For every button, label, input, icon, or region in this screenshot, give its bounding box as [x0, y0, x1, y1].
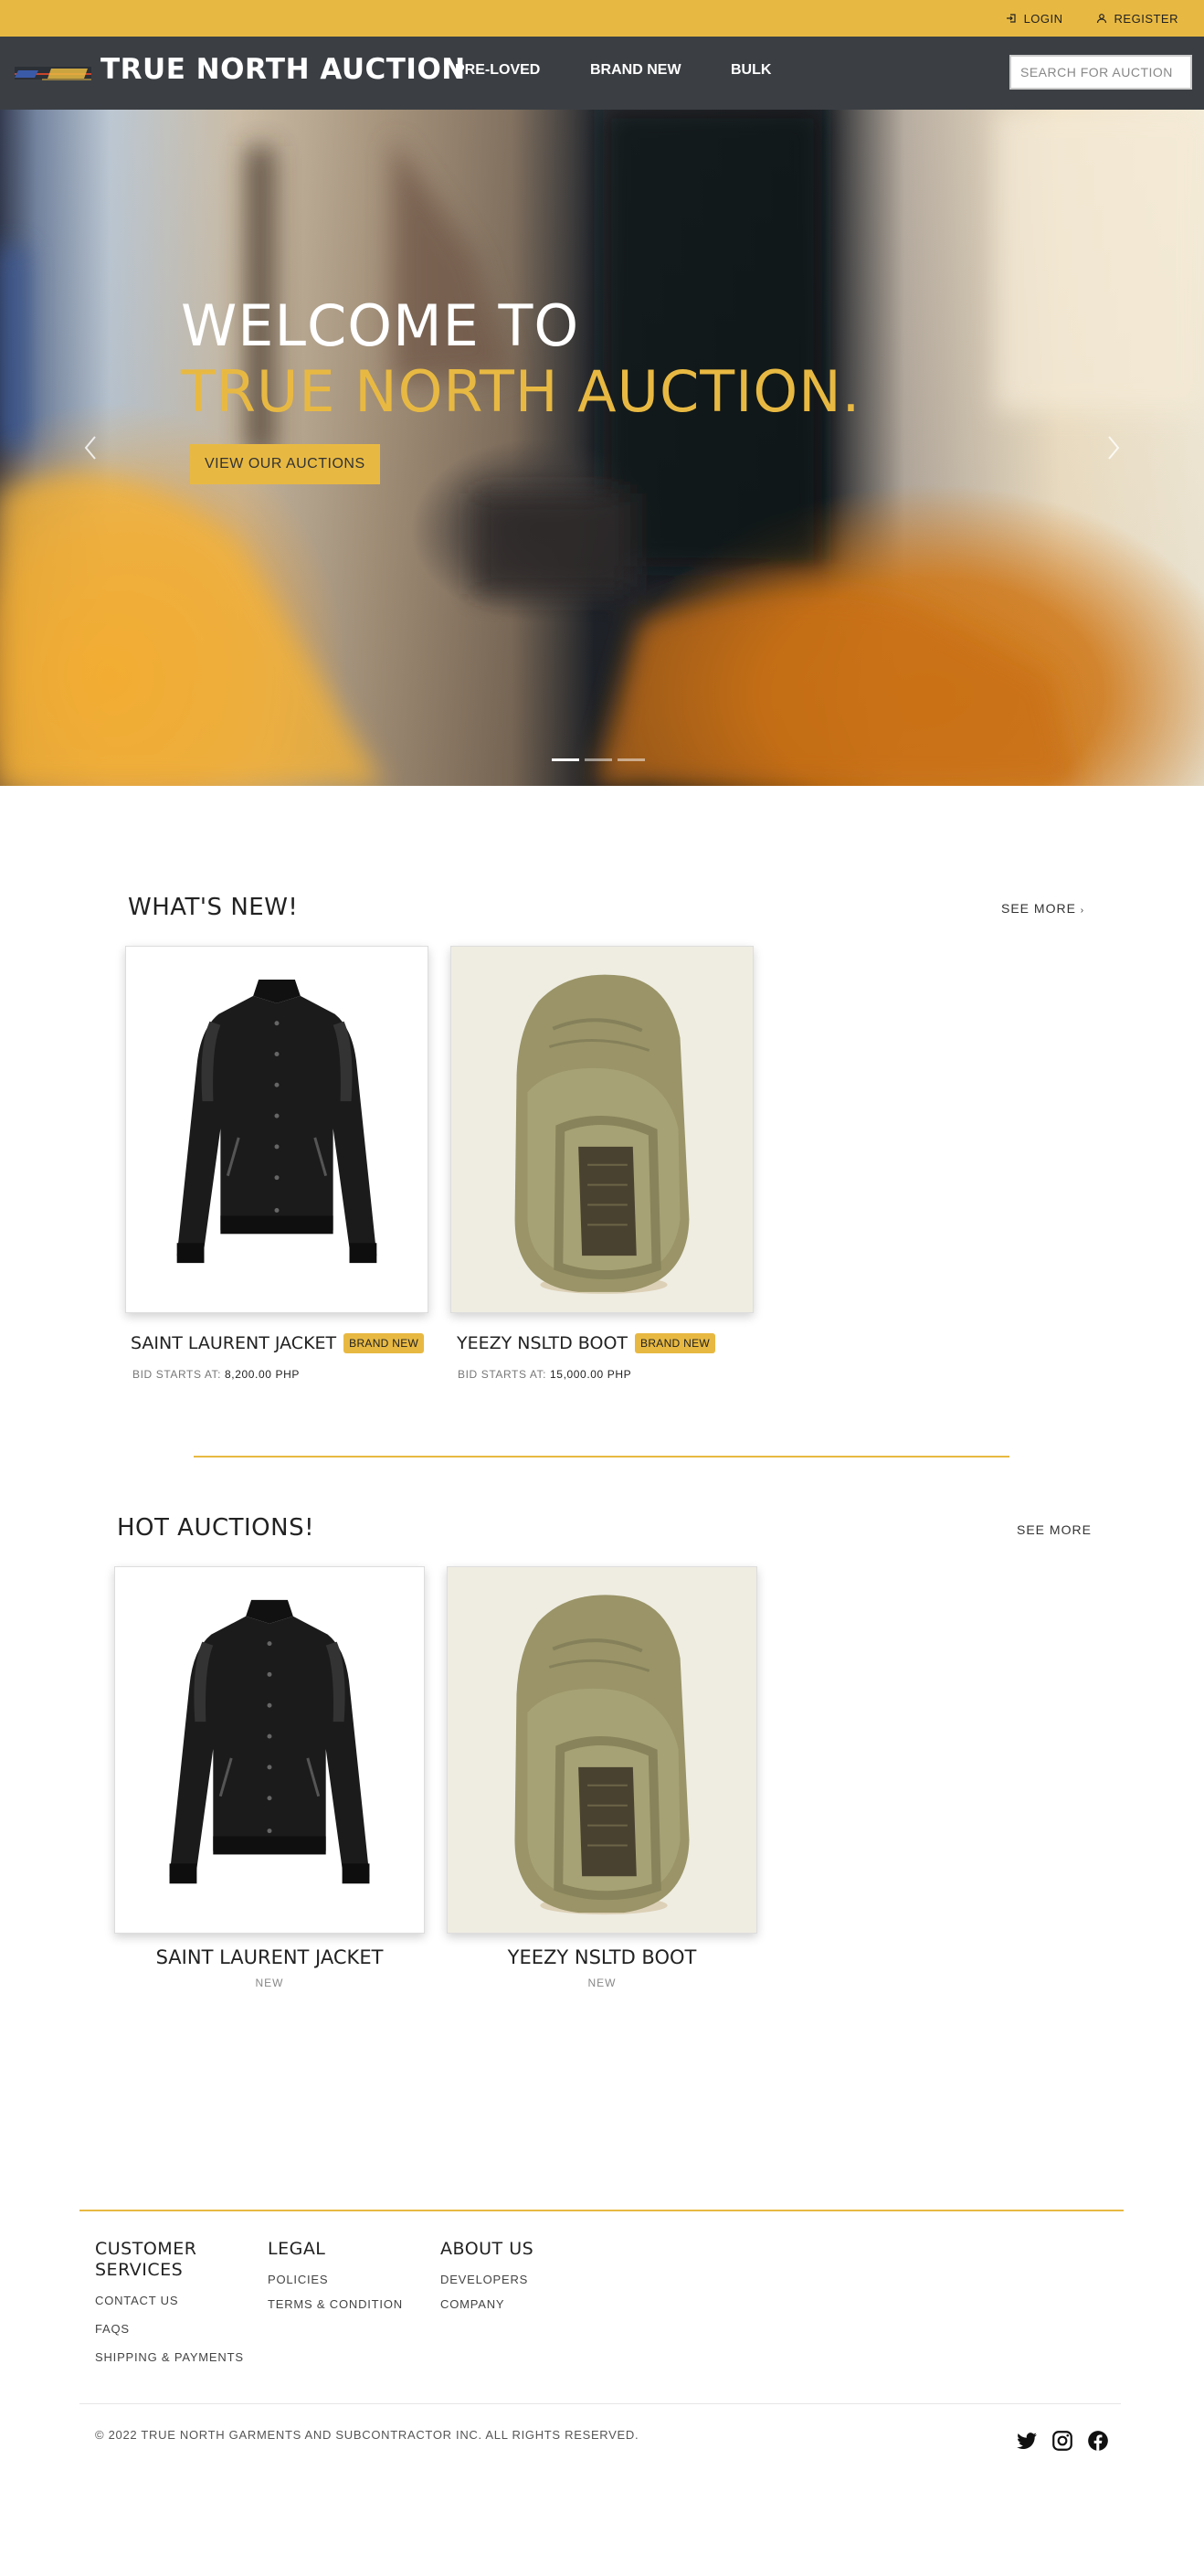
carousel-indicator[interactable]: [552, 758, 579, 761]
copyright-text: © 2022 TRUE NORTH GARMENTS AND SUBCONTRA…: [95, 2428, 639, 2442]
product-card-boot[interactable]: [450, 946, 754, 1313]
view-auctions-button[interactable]: VIEW OUR AUCTIONS: [190, 444, 380, 484]
login-label: LOGIN: [1023, 11, 1063, 26]
whats-new-title: WHAT'S NEW!: [128, 894, 299, 921]
footer-col-legal: LEGAL POLICIES TERMS & CONDITION: [268, 2239, 423, 2311]
bid-value: 8,200.00 PHP: [225, 1368, 300, 1381]
hero-title-line2: TRUE NORTH AUCTION.: [181, 358, 861, 425]
footer-link-developers[interactable]: DEVELOPERS: [440, 2273, 596, 2286]
footer-col-customer-services: CUSTOMER SERVICES CONTACT US FAQS SHIPPI…: [95, 2239, 250, 2364]
instagram-icon[interactable]: [1051, 2429, 1074, 2453]
carousel-next-icon[interactable]: [1100, 429, 1127, 466]
nav-pre-loved[interactable]: PRE-LOVED: [455, 62, 590, 79]
nav-brand-new[interactable]: BRAND NEW: [590, 62, 731, 79]
carousel-indicators: [552, 758, 645, 761]
chevron-right-icon: ›: [1080, 906, 1085, 916]
boot-image: [450, 1567, 754, 1933]
footer-link-shipping[interactable]: SHIPPING & PAYMENTS: [95, 2350, 250, 2364]
hot-name-jacket[interactable]: SAINT LAURENT JACKET: [114, 1946, 425, 1968]
carousel-indicator[interactable]: [618, 758, 645, 761]
product-card-jacket[interactable]: [125, 946, 428, 1313]
bid-info-jacket: BID STARTS AT: 8,200.00 PHP: [132, 1368, 300, 1381]
facebook-icon[interactable]: [1086, 2429, 1110, 2453]
brand-new-badge: BRAND NEW: [635, 1333, 716, 1353]
hot-auctions-title: HOT AUCTIONS!: [117, 1514, 315, 1542]
hero-background-image: [0, 110, 1204, 786]
product-name-jacket[interactable]: SAINT LAURENT JACKET BRAND NEW: [131, 1333, 425, 1353]
product-title: YEEZY NSLTD BOOT: [457, 1333, 628, 1353]
register-label: REGISTER: [1114, 11, 1178, 26]
twitter-icon[interactable]: [1015, 2429, 1039, 2453]
product-title: SAINT LAURENT JACKET: [131, 1333, 337, 1353]
bid-label: BID STARTS AT:: [132, 1368, 222, 1381]
see-more-label: SEE MORE: [1001, 901, 1076, 916]
footer-divider: [79, 2403, 1121, 2404]
carousel-indicator[interactable]: [585, 758, 612, 761]
login-link[interactable]: LOGIN: [1006, 12, 1063, 26]
search-input[interactable]: [1009, 55, 1192, 90]
main-navbar: TRUE NORTH AUCTION PRE-LOVED BRAND NEW B…: [0, 37, 1204, 110]
hero-carousel: WELCOME TO TRUE NORTH AUCTION. VIEW OUR …: [0, 110, 1204, 786]
brand-name[interactable]: TRUE NORTH AUCTION: [100, 53, 466, 86]
footer-link-policies[interactable]: POLICIES: [268, 2273, 423, 2286]
footer-top-border: [79, 2210, 1124, 2211]
carousel-prev-icon[interactable]: [77, 429, 104, 466]
footer-heading: CUSTOMER SERVICES: [95, 2239, 197, 2280]
footer-link-faqs[interactable]: FAQS: [95, 2322, 250, 2336]
whats-new-see-more[interactable]: SEE MORE ›: [1001, 901, 1084, 916]
login-icon: [1006, 14, 1016, 23]
footer-heading: LEGAL: [268, 2239, 326, 2259]
hot-condition-boot: NEW: [587, 1977, 617, 1989]
hot-auctions-see-more[interactable]: SEE MORE: [1017, 1522, 1092, 1537]
footer-heading: ABOUT US: [440, 2239, 534, 2259]
bid-info-boot: BID STARTS AT: 15,000.00 PHP: [458, 1368, 631, 1381]
top-utility-bar: LOGIN REGISTER: [0, 0, 1204, 37]
footer-link-terms[interactable]: TERMS & CONDITION: [268, 2297, 423, 2311]
nav-links: PRE-LOVED BRAND NEW BULK: [455, 62, 771, 79]
brand-new-badge: BRAND NEW: [343, 1333, 425, 1353]
nav-bulk[interactable]: BULK: [731, 62, 771, 79]
register-link[interactable]: REGISTER: [1096, 12, 1178, 26]
bid-label: BID STARTS AT:: [458, 1368, 547, 1381]
boot-image: [451, 947, 753, 1312]
hot-card-jacket[interactable]: [114, 1566, 425, 1934]
footer-col-about: ABOUT US DEVELOPERS COMPANY: [440, 2239, 596, 2311]
user-icon: [1096, 14, 1106, 24]
product-name-boot[interactable]: YEEZY NSLTD BOOT BRAND NEW: [457, 1333, 716, 1353]
jacket-image: [118, 1567, 421, 1933]
brand-logo[interactable]: [15, 61, 91, 85]
hot-card-boot[interactable]: [447, 1566, 757, 1934]
section-divider: [194, 1456, 1009, 1458]
hot-name-boot[interactable]: YEEZY NSLTD BOOT: [447, 1946, 757, 1968]
footer-link-contact[interactable]: CONTACT US: [95, 2294, 250, 2307]
hot-condition-jacket: NEW: [255, 1977, 284, 1989]
footer-link-company[interactable]: COMPANY: [440, 2297, 596, 2311]
bid-value: 15,000.00 PHP: [550, 1368, 632, 1381]
jacket-image: [126, 947, 428, 1312]
hero-title-line1: WELCOME TO: [181, 292, 580, 359]
